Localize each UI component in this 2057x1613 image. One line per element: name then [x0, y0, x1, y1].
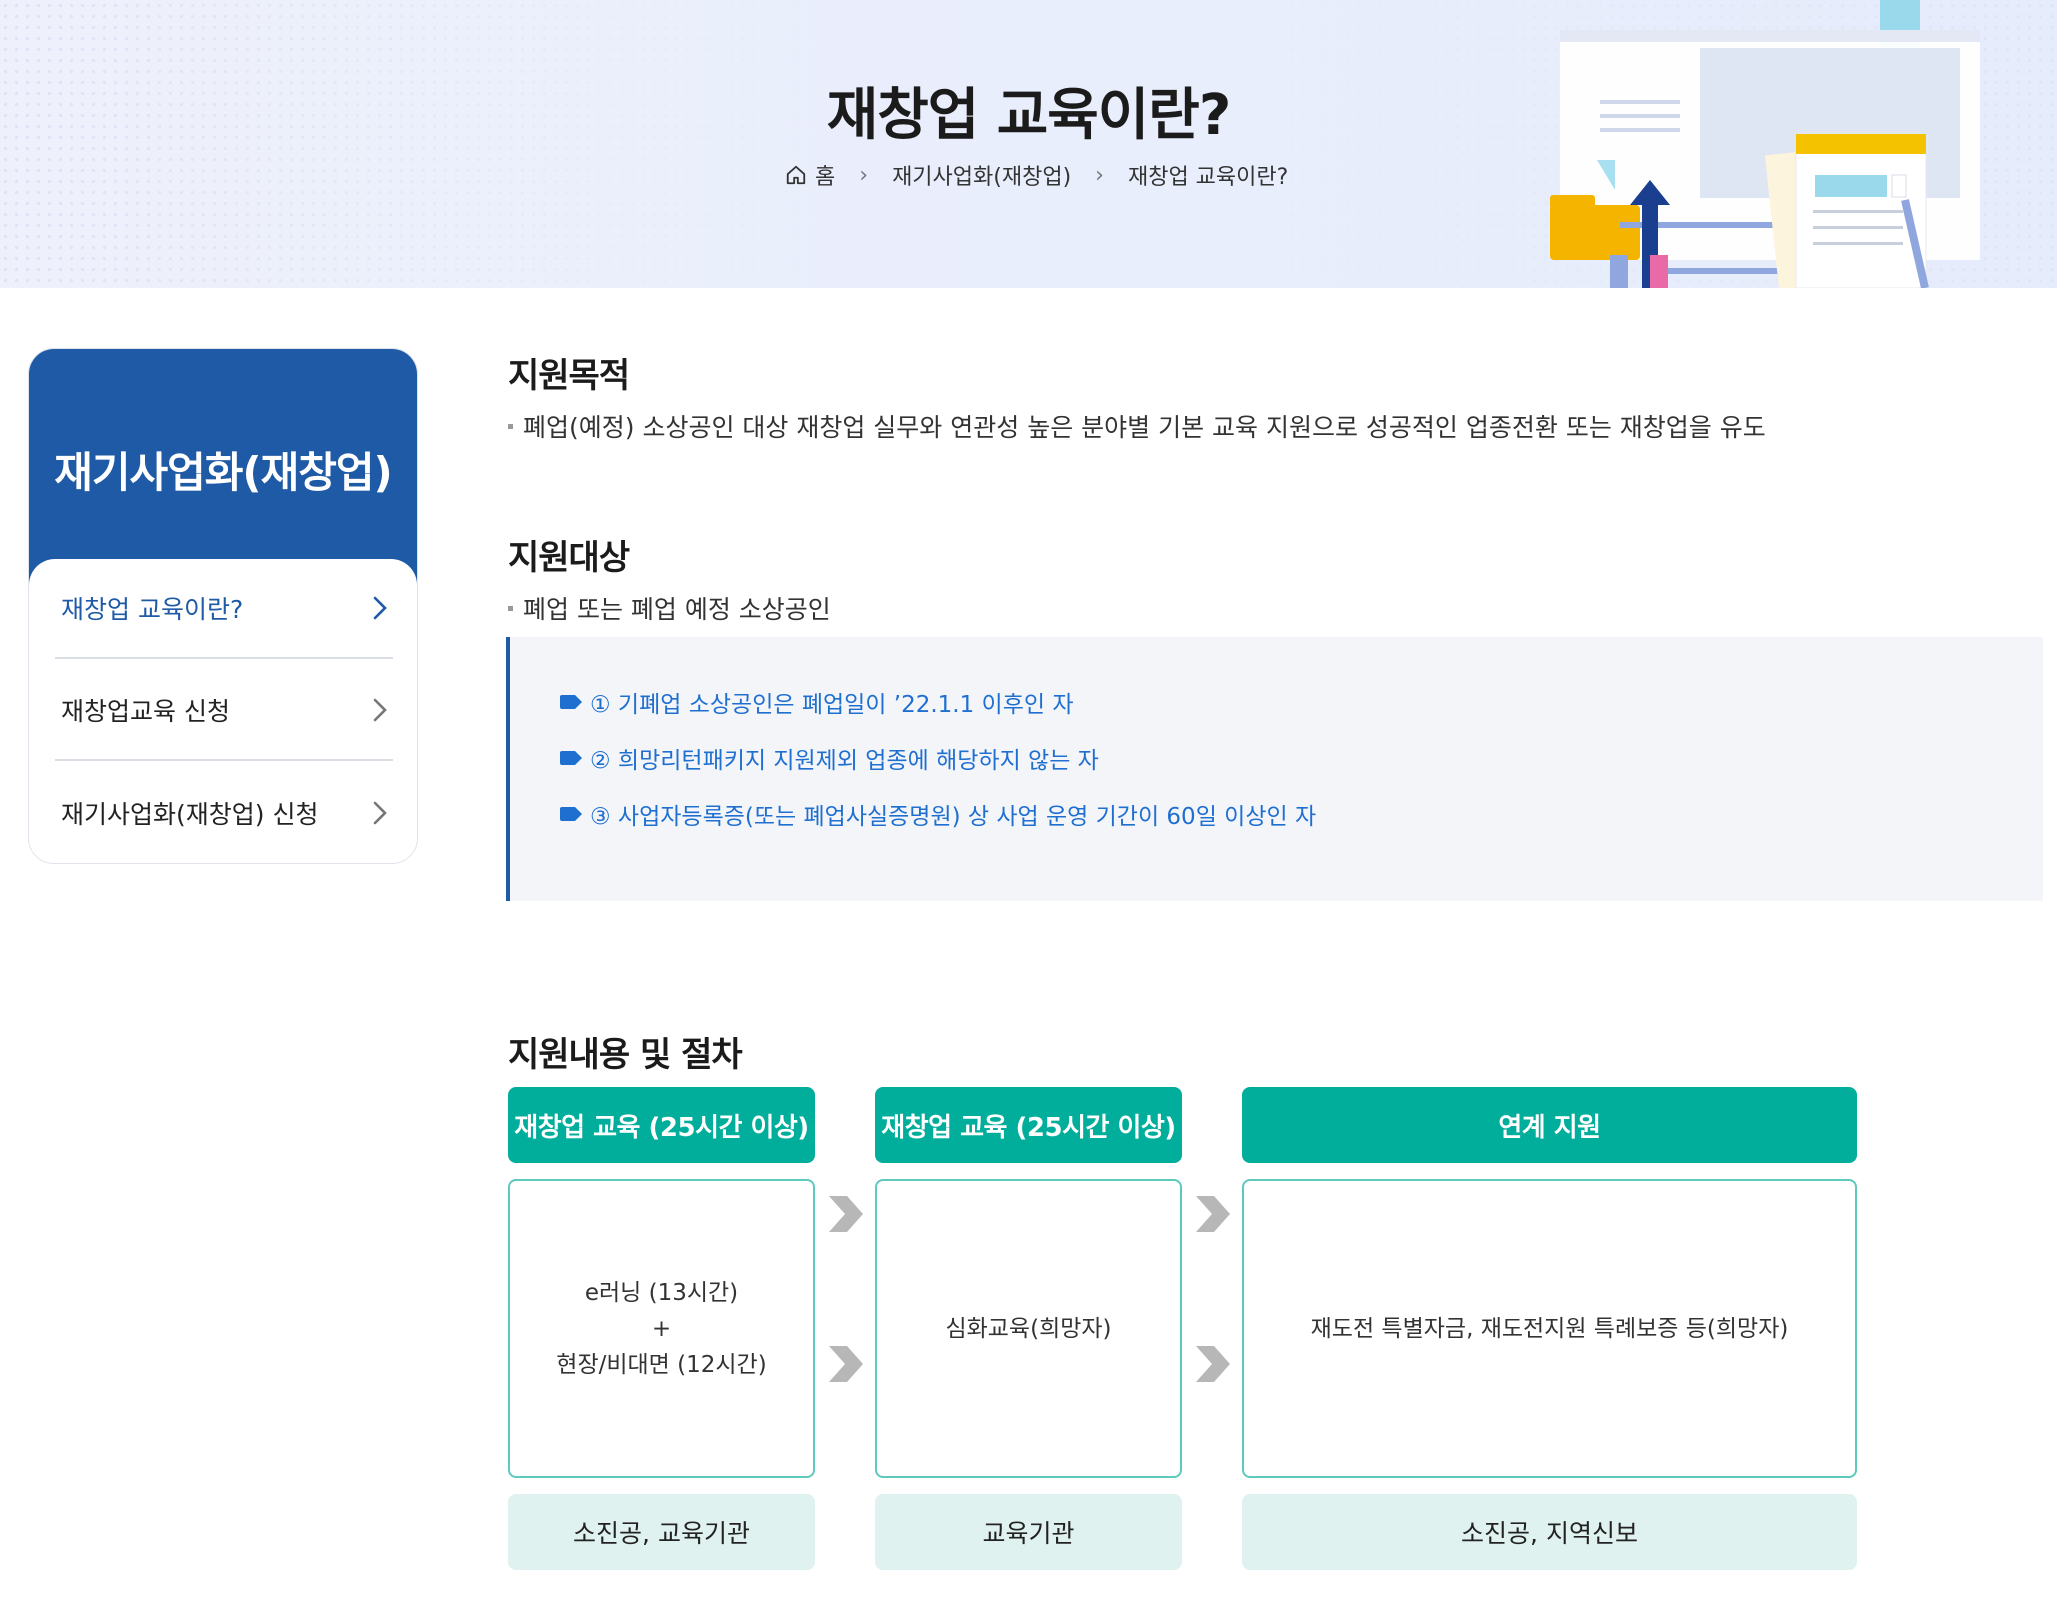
condition-text: ① 기폐업 소상공인은 폐업일이 ’22.1.1 이후인 자 [590, 692, 1074, 718]
condition-item: ③ 사업자등록증(또는 폐업사실증명원) 상 사업 운영 기간이 60일 이상인… [560, 797, 1316, 831]
target-text: 폐업 또는 폐업 예정 소상공인 [508, 590, 831, 626]
sidebar-item-label: 재창업 교육이란? [61, 595, 244, 624]
condition-text: ② 희망리턴패키지 지원제외 업종에 해당하지 않는 자 [590, 748, 1099, 774]
process-step-3-body: 재도전 특별자금, 재도전지원 특례보증 등(희망자) [1242, 1179, 1857, 1478]
process-step-3-line: 재도전 특별자금, 재도전지원 특례보증 등(희망자) [1310, 1315, 1789, 1342]
target-text-value: 폐업 또는 폐업 예정 소상공인 [523, 595, 831, 624]
breadcrumb-level2[interactable]: 재창업 교육이란? [1128, 159, 1288, 191]
process-step-1-line: 현장/비대면 (12시간) [556, 1351, 767, 1378]
chevron-right-icon [1196, 1196, 1230, 1232]
chevron-right-icon [373, 698, 387, 722]
sidebar-menu: 재기사업화(재창업) 재창업 교육이란? 재창업교육 신청 재기사업화(재창업)… [28, 348, 418, 864]
process-step-1-org: 소진공, 교육기관 [508, 1494, 815, 1570]
sidebar-item-label: 재창업교육 신청 [61, 697, 230, 726]
condition-item: ② 희망리턴패키지 지원제외 업종에 해당하지 않는 자 [560, 741, 1099, 775]
breadcrumb-home[interactable]: 홈 [785, 159, 835, 191]
chevron-right-icon [373, 596, 387, 620]
chevron-right-icon [373, 801, 387, 825]
purpose-text: 폐업(예정) 소상공인 대상 재창업 실무와 연관성 높은 분야별 기본 교육 … [508, 408, 1766, 444]
process-step-1-title: 재창업 교육 (25시간 이상) [508, 1087, 815, 1163]
bullet-icon [508, 605, 513, 611]
process-step-2-title: 재창업 교육 (25시간 이상) [875, 1087, 1182, 1163]
sidebar-item-label: 재기사업화(재창업) 신청 [61, 800, 319, 829]
process-step-1-line: + [651, 1315, 672, 1342]
chevron-right-icon: › [1095, 162, 1104, 188]
process-step-2-line: 심화교육(희망자) [945, 1315, 1112, 1342]
sidebar-list: 재창업 교육이란? 재창업교육 신청 재기사업화(재창업) 신청 [29, 559, 417, 863]
process-step-2-body: 심화교육(희망자) [875, 1179, 1182, 1478]
flag-arrow-icon [560, 807, 582, 821]
process-step-1-line: e러닝 (13시간) [584, 1279, 739, 1306]
section-heading-process: 지원내용 및 절차 [508, 1035, 743, 1075]
sidebar-header: 재기사업화(재창업) [29, 349, 417, 589]
process-step-3-title: 연계 지원 [1242, 1087, 1857, 1163]
page-banner: 재창업 교육이란? 홈 › 재기사업화(재창업) › 재창업 교육이란? [0, 0, 2057, 288]
bullet-icon [508, 423, 513, 429]
breadcrumb-home-label: 홈 [815, 165, 836, 190]
target-conditions-box: ① 기폐업 소상공인은 폐업일이 ’22.1.1 이후인 자 ② 희망리턴패키지… [506, 637, 2043, 901]
chevron-right-icon [829, 1196, 863, 1232]
flag-arrow-icon [560, 695, 582, 709]
home-icon [786, 165, 806, 185]
purpose-text-value: 폐업(예정) 소상공인 대상 재창업 실무와 연관성 높은 분야별 기본 교육 … [523, 413, 1766, 442]
chevron-right-icon: › [859, 162, 869, 188]
section-heading-purpose: 지원목적 [508, 356, 630, 396]
process-step-3-org: 소진공, 지역신보 [1242, 1494, 1857, 1570]
condition-item: ① 기폐업 소상공인은 폐업일이 ’22.1.1 이후인 자 [560, 685, 1074, 719]
section-heading-target: 지원대상 [508, 538, 630, 578]
breadcrumb-level1[interactable]: 재기사업화(재창업) [892, 159, 1071, 191]
process-step-2-org: 교육기관 [875, 1494, 1182, 1570]
page-title: 재창업 교육이란? [826, 83, 1232, 148]
process-step-1-body: e러닝 (13시간) + 현장/비대면 (12시간) [508, 1179, 815, 1478]
flag-arrow-icon [560, 751, 582, 765]
chevron-right-icon [1196, 1346, 1230, 1382]
chevron-right-icon [829, 1346, 863, 1382]
condition-text: ③ 사업자등록증(또는 폐업사실증명원) 상 사업 운영 기간이 60일 이상인… [590, 804, 1317, 830]
sidebar-item-education-apply[interactable]: 재창업교육 신청 [55, 661, 393, 761]
breadcrumb: 홈 › 재기사업화(재창업) › 재창업 교육이란? [785, 158, 1288, 192]
sidebar-title: 재기사업화(재창업) [54, 448, 393, 497]
sidebar-item-restart-education[interactable]: 재창업 교육이란? [55, 559, 393, 659]
sidebar-item-restart-business-apply[interactable]: 재기사업화(재창업) 신청 [55, 763, 393, 863]
